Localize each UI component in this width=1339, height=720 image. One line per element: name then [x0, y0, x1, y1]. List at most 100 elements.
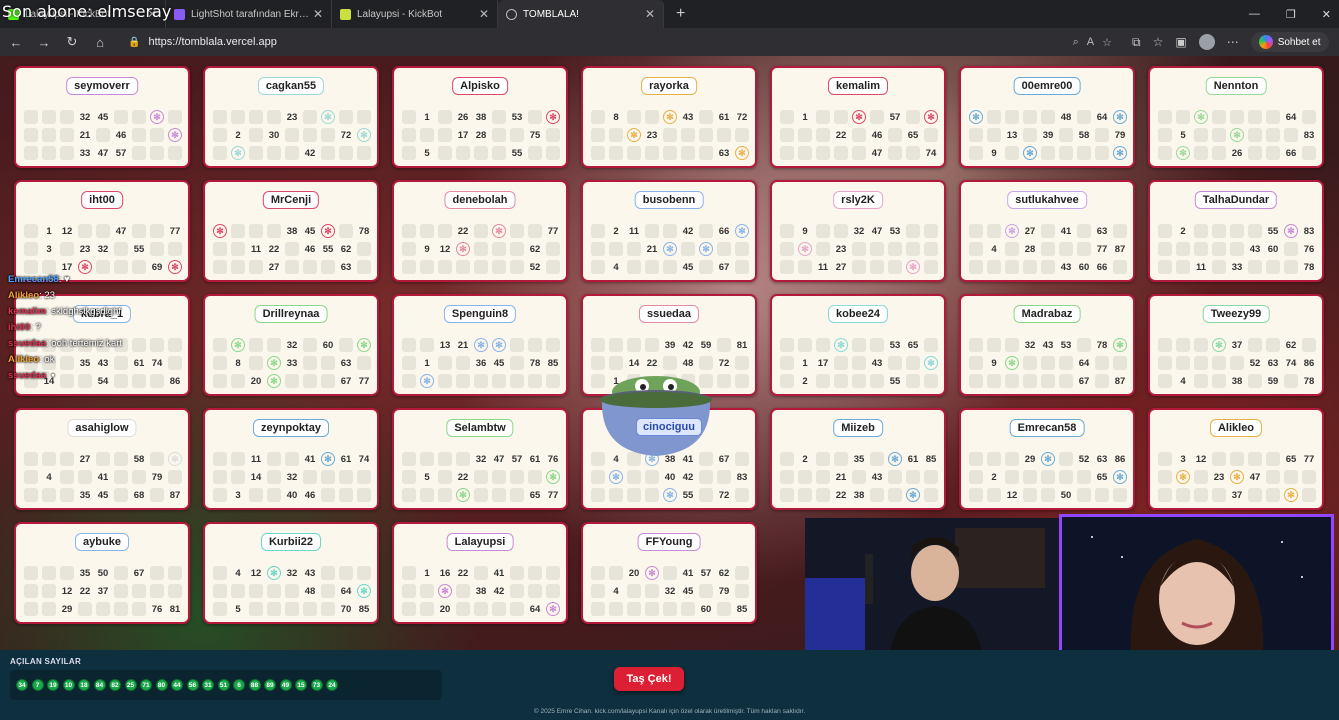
bingo-card: TalhaDundar 2 55 ✻ 83 43 60 76 11 33 78 — [1148, 180, 1324, 282]
empty-cell — [114, 602, 128, 616]
empty-cell — [42, 128, 56, 142]
browser-tab[interactable]: LightShot tarafından Ekran Görünt ✕ — [166, 0, 332, 28]
empty-cell — [492, 260, 506, 274]
player-name: Nennton — [1205, 77, 1267, 95]
marked-cell-icon: ✻ — [546, 470, 560, 484]
number-cell: 4 — [613, 261, 619, 273]
card-grid: 1 12 47 77 3 23 32 55 17 ✻ 69 ✻ — [24, 224, 182, 274]
favorites-icon[interactable]: ☆ — [1153, 35, 1164, 49]
empty-cell — [1041, 374, 1055, 388]
drawn-number-ball: 73 — [310, 679, 323, 691]
number-cell: 53 — [889, 339, 901, 351]
url-text: https://tomblala.vercel.app — [148, 36, 277, 48]
drawn-number-ball: 82 — [109, 679, 121, 691]
new-tab-button[interactable]: + — [676, 5, 685, 23]
empty-cell — [42, 566, 56, 580]
browser-tab-active[interactable]: TOMBLALA! ✕ — [498, 0, 664, 28]
back-icon[interactable]: ← — [8, 35, 24, 50]
empty-cell — [1158, 452, 1172, 466]
number-cell: 3 — [235, 489, 241, 501]
close-window-icon[interactable]: ✕ — [1322, 8, 1331, 21]
number-cell: 1 — [802, 357, 808, 369]
player-name: cagkan55 — [257, 77, 325, 95]
empty-cell — [834, 110, 848, 124]
maximize-icon[interactable]: ❐ — [1286, 8, 1296, 21]
browser-tab[interactable]: Lalayupsi - KickBot ✕ — [332, 0, 498, 28]
empty-cell — [1023, 260, 1037, 274]
close-tab-icon[interactable]: ✕ — [645, 7, 655, 21]
empty-cell — [1095, 146, 1109, 160]
marked-cell-icon: ✻ — [663, 488, 677, 502]
empty-cell — [1041, 470, 1055, 484]
empty-cell — [1041, 356, 1055, 370]
empty-cell — [402, 566, 416, 580]
empty-cell — [591, 128, 605, 142]
empty-cell — [834, 356, 848, 370]
draw-stone-button[interactable]: Taş Çek! — [614, 667, 684, 691]
marked-cell-icon: ✻ — [1230, 128, 1244, 142]
minimize-icon[interactable]: — — [1249, 8, 1260, 20]
number-cell: 11 — [628, 225, 640, 237]
empty-cell — [1158, 110, 1172, 124]
empty-cell — [1194, 128, 1208, 142]
number-cell: 41 — [97, 471, 109, 483]
number-cell: 5 — [1180, 129, 1186, 141]
profile-avatar[interactable] — [1198, 34, 1215, 50]
favorite-star-icon[interactable]: ☆ — [1102, 36, 1112, 49]
empty-cell — [492, 242, 506, 256]
footer-copyright: © 2025 Emre Cihan. kick.com/lalayupsi Ka… — [533, 708, 806, 715]
empty-cell — [1005, 260, 1019, 274]
empty-cell — [735, 452, 749, 466]
empty-cell — [798, 146, 812, 160]
read-aloud-icon[interactable]: A — [1087, 36, 1094, 48]
bingo-card: busobenn 2 11 42 66 ✻ 21 ✻ ✻ 4 45 67 — [581, 180, 757, 282]
empty-cell — [663, 146, 677, 160]
empty-cell — [285, 602, 299, 616]
number-cell: 81 — [736, 339, 748, 351]
number-cell: 74 — [925, 147, 937, 159]
copilot-chat-button[interactable]: Sohbet et — [1250, 32, 1329, 52]
empty-cell — [609, 566, 623, 580]
empty-cell — [816, 374, 830, 388]
empty-cell — [249, 584, 263, 598]
drawn-number-ball: 88 — [248, 679, 261, 691]
empty-cell — [780, 470, 794, 484]
number-cell: 45 — [97, 111, 109, 123]
collections-icon[interactable]: ▣ — [1175, 35, 1186, 49]
chat-username: kemalim — [8, 306, 47, 317]
number-cell: 62 — [718, 567, 730, 579]
home-icon[interactable]: ⌂ — [92, 35, 108, 50]
marked-cell-icon: ✻ — [663, 242, 677, 256]
marked-cell-icon: ✻ — [834, 338, 848, 352]
marked-cell-icon: ✻ — [474, 338, 488, 352]
empty-cell — [1158, 146, 1172, 160]
empty-cell — [1095, 128, 1109, 142]
empty-cell — [78, 224, 92, 238]
close-tab-icon[interactable]: ✕ — [479, 7, 489, 21]
empty-cell — [1077, 242, 1091, 256]
marked-cell-icon: ✻ — [1113, 146, 1127, 160]
extensions-icon[interactable]: ⧉ — [1132, 35, 1141, 50]
reload-icon[interactable]: ↻ — [64, 34, 80, 50]
empty-cell — [231, 584, 245, 598]
forward-icon[interactable]: → — [36, 35, 52, 50]
empty-cell — [681, 146, 695, 160]
address-bar: ← → ↻ ⌂ 🔒 https://tomblala.vercel.app ⌕ … — [0, 28, 1339, 56]
empty-cell — [627, 338, 641, 352]
more-menu-icon[interactable]: ⋯ — [1227, 35, 1239, 49]
empty-cell — [60, 110, 74, 124]
url-field[interactable]: 🔒 https://tomblala.vercel.app ⌕ A ☆ — [120, 31, 1120, 53]
empty-cell — [798, 470, 812, 484]
empty-cell — [1059, 128, 1073, 142]
number-cell: 11 — [817, 261, 829, 273]
close-tab-icon[interactable]: ✕ — [313, 7, 323, 21]
zoom-icon[interactable]: ⌕ — [1073, 36, 1079, 49]
empty-cell — [1302, 470, 1316, 484]
empty-cell — [627, 470, 641, 484]
empty-cell — [96, 128, 110, 142]
number-cell: 55 — [682, 489, 694, 501]
empty-cell — [402, 338, 416, 352]
number-cell: 17 — [817, 357, 829, 369]
empty-cell — [717, 338, 731, 352]
empty-cell — [924, 470, 938, 484]
